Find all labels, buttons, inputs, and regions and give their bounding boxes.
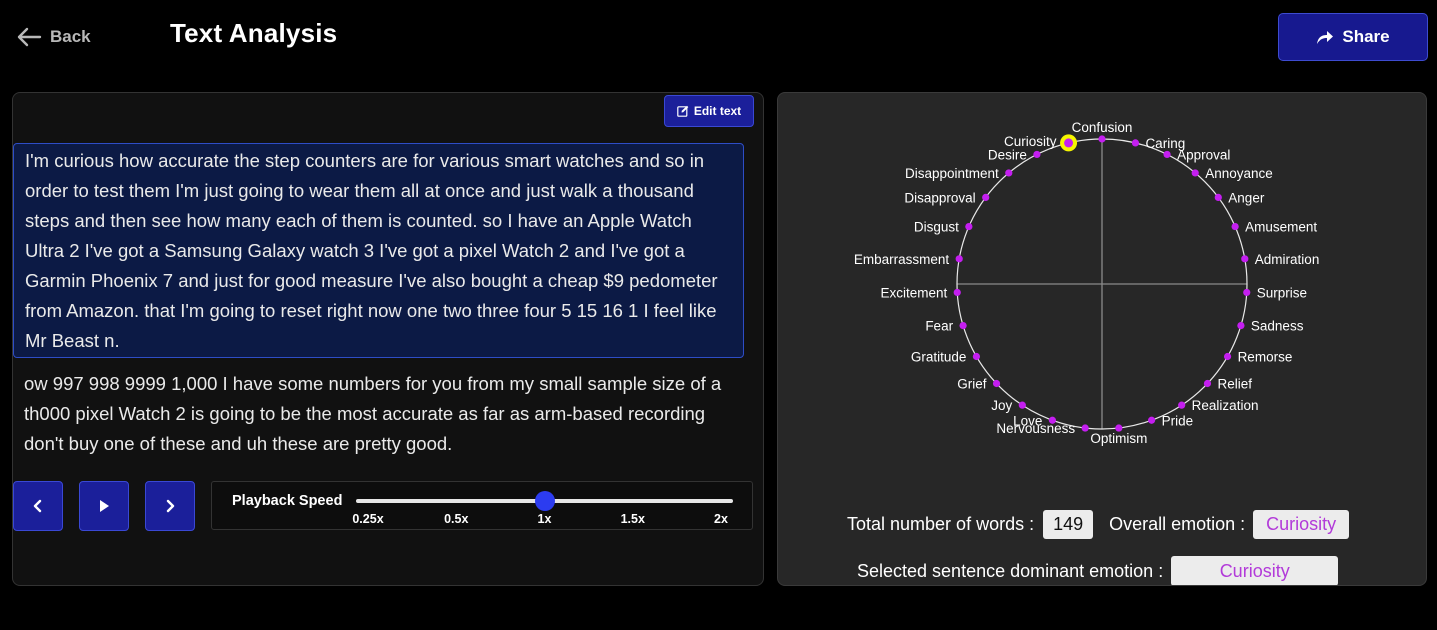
emotion-label-relief: Relief <box>1217 377 1252 392</box>
emotion-dot-sadness[interactable] <box>1237 321 1245 330</box>
previous-button[interactable] <box>13 481 63 531</box>
emotion-label-amusement: Amusement <box>1245 220 1317 235</box>
total-words-label: Total number of words : <box>847 514 1035 534</box>
overall-emotion-label: Overall emotion : <box>1109 514 1246 534</box>
chevron-left-icon <box>33 499 42 513</box>
emotion-dot-anger[interactable] <box>1214 193 1222 202</box>
sentence-emotion-label: Selected sentence dominant emotion : <box>857 560 1164 581</box>
play-icon <box>100 500 109 512</box>
share-button[interactable]: Share <box>1278 13 1428 61</box>
emotion-label-sadness: Sadness <box>1251 319 1304 334</box>
overall-emotion-value: Curiosity <box>1253 510 1350 539</box>
sentence-emotion-value: Curiosity <box>1171 556 1339 585</box>
emotion-dot-disappointment[interactable] <box>1005 169 1013 177</box>
edit-icon <box>677 105 689 117</box>
chevron-right-icon <box>166 499 175 513</box>
emotion-dot-joy[interactable] <box>1018 401 1026 409</box>
emotion-label-confusion: Confusion <box>1072 120 1133 135</box>
emotion-label-realization: Realization <box>1192 398 1259 413</box>
speed-tick-0.5x[interactable]: 0.5x <box>444 512 468 526</box>
share-icon <box>1317 31 1334 44</box>
emotion-label-excitement: Excitement <box>880 285 947 300</box>
edit-text-button[interactable]: Edit text <box>664 95 754 127</box>
emotion-label-remorse: Remorse <box>1238 350 1293 365</box>
emotion-dot-embarrassment[interactable] <box>955 255 963 263</box>
emotion-label-pride: Pride <box>1162 413 1194 428</box>
emotion-dot-amusement[interactable] <box>1231 222 1239 231</box>
emotion-panel: Confusion Caring Approval Annoyance Anger Amu… <box>777 92 1427 586</box>
emotion-label-embarrassment: Embarrassment <box>854 252 950 267</box>
emotion-dot-pride[interactable] <box>1147 416 1156 424</box>
emotion-label-optimism: Optimism <box>1090 431 1147 446</box>
active-sentence[interactable]: I'm curious how accurate the step counte… <box>13 143 744 358</box>
speed-tick-0.25x[interactable]: 0.25x <box>352 512 383 526</box>
emotion-dot-nervousness[interactable] <box>1081 424 1089 432</box>
sentence-emotion-row: Selected sentence dominant emotion : Cur… <box>857 556 1339 585</box>
speed-tick-2x[interactable]: 2x <box>714 512 728 526</box>
next-button[interactable] <box>145 481 195 531</box>
speed-slider[interactable] <box>356 491 733 511</box>
emotion-dot-admiration[interactable] <box>1241 255 1249 263</box>
speed-tick-1.5x[interactable]: 1.5x <box>621 512 645 526</box>
back-button[interactable]: Back <box>16 24 91 50</box>
emotion-label-disappointment: Disappointment <box>905 166 999 181</box>
emotion-dot-realization[interactable] <box>1178 401 1186 409</box>
emotion-dot-confusion[interactable] <box>1098 135 1106 143</box>
stats-row: Total number of words : 149 Overall emot… <box>847 510 1350 539</box>
emotion-dot-remorse[interactable] <box>1223 352 1232 361</box>
emotion-label-disapproval: Disapproval <box>904 190 975 205</box>
emotion-label-admiration: Admiration <box>1255 252 1320 267</box>
emotion-label-annoyance: Annoyance <box>1205 166 1273 181</box>
emotion-label-love: Love <box>1013 413 1042 428</box>
emotion-dot-love[interactable] <box>1048 416 1057 424</box>
playback-speed-control: Playback Speed 0.25x 0.5x 1x 1.5x 2x <box>211 481 753 530</box>
play-button[interactable] <box>79 481 129 531</box>
share-label: Share <box>1342 27 1390 46</box>
emotion-dot-annoyance[interactable] <box>1191 169 1199 177</box>
emotion-label-desire: Desire <box>988 147 1027 162</box>
edit-text-label: Edit text <box>693 104 742 118</box>
emotion-label-disgust: Disgust <box>914 220 959 235</box>
emotion-label-anger: Anger <box>1228 190 1265 205</box>
emotion-dot-gratitude[interactable] <box>972 352 981 361</box>
emotion-label-surprise: Surprise <box>1257 285 1307 300</box>
total-words-value: 149 <box>1043 510 1094 539</box>
emotion-dot-caring[interactable] <box>1131 139 1140 147</box>
speed-tick-1x[interactable]: 1x <box>538 512 552 526</box>
speed-slider-thumb[interactable] <box>534 491 555 511</box>
playback-speed-label: Playback Speed <box>232 493 343 509</box>
transcript-text[interactable]: ow 997 998 9999 1,000 I have some number… <box>13 369 744 459</box>
back-label: Back <box>50 27 91 46</box>
emotion-dot-desire[interactable] <box>1033 150 1041 159</box>
emotion-dot-approval[interactable] <box>1163 150 1171 159</box>
emotion-dot-grief[interactable] <box>992 379 1001 388</box>
emotion-label-joy: Joy <box>991 398 1012 413</box>
emotion-dot-relief[interactable] <box>1203 379 1212 388</box>
emotion-dot-fear[interactable] <box>959 321 967 330</box>
emotion-dot-surprise[interactable] <box>1243 288 1251 297</box>
emotion-label-curiosity: Curiosity <box>1004 134 1057 149</box>
emotion-dot-disapproval[interactable] <box>982 193 990 202</box>
emotion-label-gratitude: Gratitude <box>911 350 967 365</box>
emotion-dot-curiosity[interactable] <box>1064 138 1074 148</box>
emotion-label-grief: Grief <box>957 377 987 392</box>
arrow-left-icon <box>17 27 42 47</box>
page-title: Text Analysis <box>170 18 338 48</box>
transcript-panel: Edit text I'm curious how accurate the s… <box>12 92 764 586</box>
emotion-wheel: ConfusionCaringApprovalAnnoyanceAngerAmu… <box>854 120 1320 446</box>
emotion-label-approval: Approval <box>1177 147 1230 162</box>
emotion-dot-excitement[interactable] <box>953 288 961 297</box>
emotion-dot-disgust[interactable] <box>965 222 973 231</box>
emotion-label-fear: Fear <box>925 319 953 334</box>
